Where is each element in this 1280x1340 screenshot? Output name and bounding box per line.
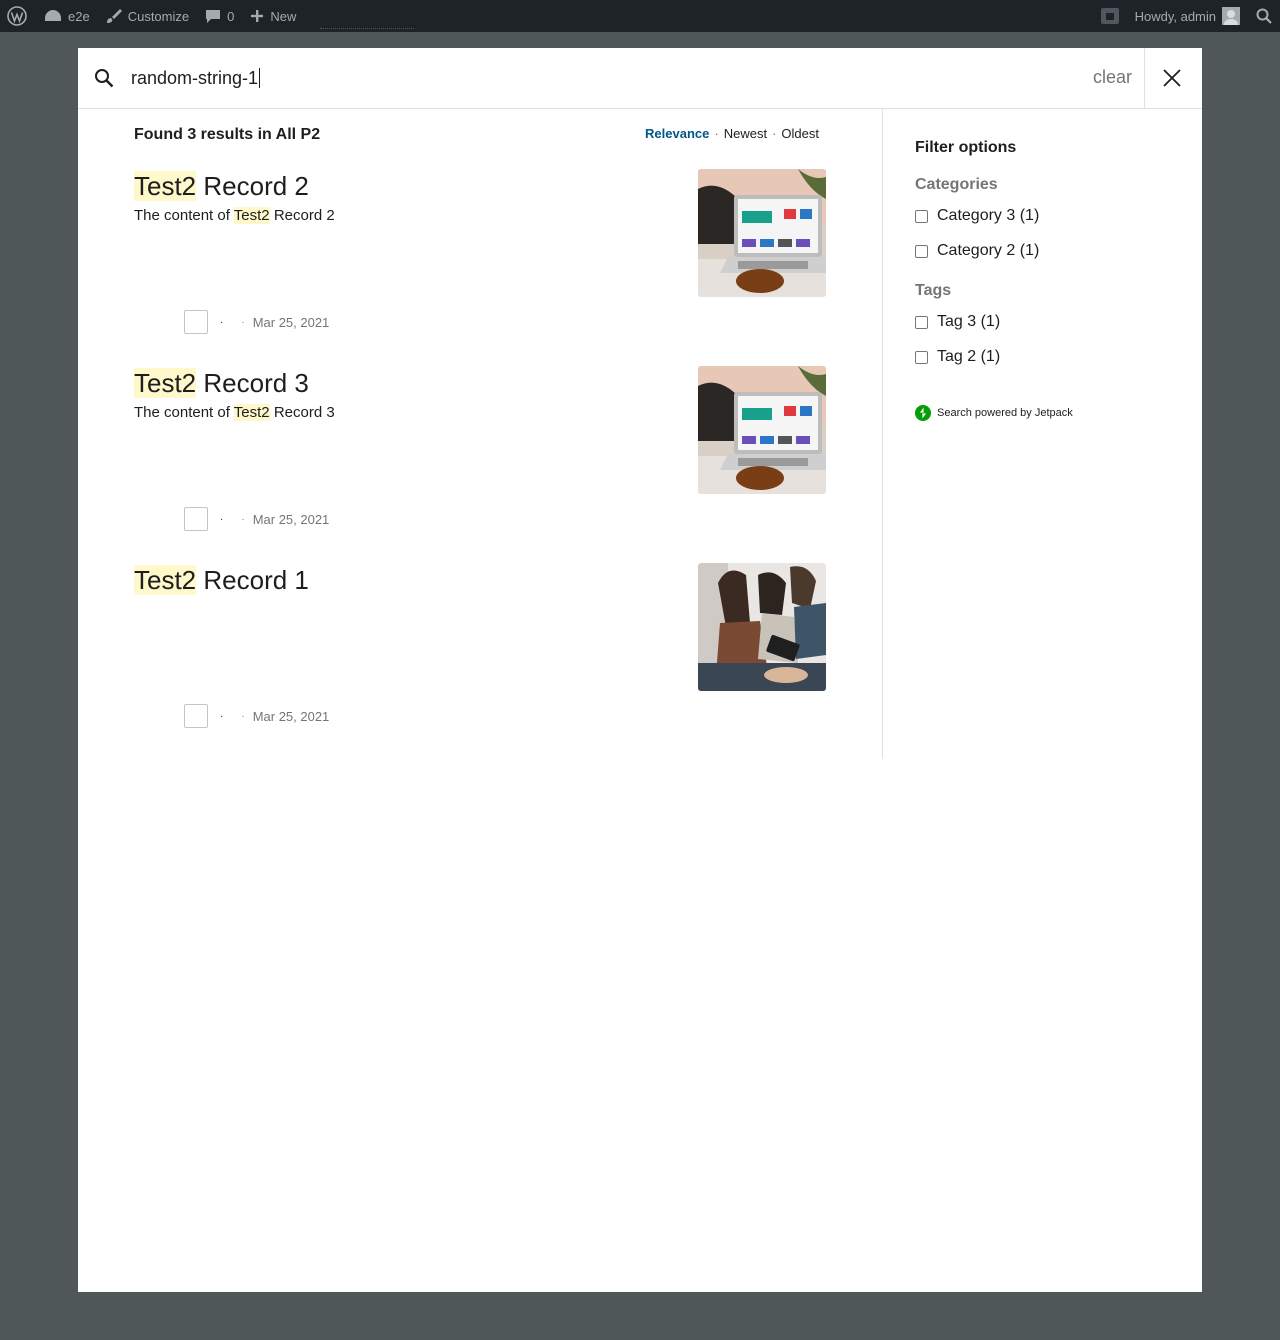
title-text: Record 3: [196, 368, 309, 398]
jetpack-logo-icon: [915, 405, 931, 421]
powered-by-label: Search powered by Jetpack: [937, 407, 1073, 419]
results-header: Found 3 results in All P2 Relevance · Ne…: [134, 126, 826, 146]
meta-separator: ·: [220, 316, 224, 328]
excerpt-text: Record 3: [269, 404, 335, 421]
filter-tag-3[interactable]: Tag 3 (1): [915, 313, 1000, 331]
filter-label: Category 3 (1): [937, 207, 1040, 224]
checkbox[interactable]: [915, 315, 928, 329]
searchbar-divider: [1144, 48, 1145, 108]
meta-separator: ·: [220, 710, 224, 722]
close-icon[interactable]: [1162, 68, 1182, 93]
author-avatar: [184, 310, 208, 334]
checkbox[interactable]: [915, 350, 928, 364]
filter-category-2[interactable]: Category 2 (1): [915, 242, 1039, 260]
result-date: Mar 25, 2021: [252, 314, 330, 330]
result-meta: · · Mar 25, 2021: [184, 704, 329, 728]
result-title-link[interactable]: Test2 Record 2: [134, 171, 309, 202]
sort-oldest[interactable]: Oldest: [781, 126, 819, 141]
sort-relevance[interactable]: Relevance: [645, 126, 709, 141]
wordpress-logo-icon[interactable]: [0, 0, 34, 32]
author-avatar: [184, 704, 208, 728]
result-thumbnail-people[interactable]: [698, 563, 826, 691]
title-text: Record 1: [196, 565, 309, 595]
sort-newest[interactable]: Newest: [724, 126, 767, 141]
powered-by-jetpack[interactable]: Search powered by Jetpack: [915, 405, 1073, 421]
title-highlight: Test2: [134, 368, 197, 398]
result-item: Test2 Record 3 The content of Test2 Reco…: [134, 366, 826, 531]
title-text: Record 2: [196, 171, 309, 201]
search-modal: clear Found 3 results in All P2 Relevanc…: [78, 48, 1202, 1292]
meta-separator: ·: [241, 710, 245, 722]
search-bar: clear: [78, 48, 1202, 109]
result-excerpt: The content of Test2 Record 2: [134, 207, 335, 224]
filter-label: Category 2 (1): [937, 242, 1040, 259]
search-icon: [94, 68, 114, 93]
meta-separator: ·: [241, 316, 245, 328]
checkbox[interactable]: [915, 244, 928, 258]
results-count: Found 3 results in All P2: [134, 126, 321, 143]
result-meta: · · Mar 25, 2021: [184, 507, 329, 531]
result-title-link[interactable]: Test2 Record 3: [134, 368, 309, 399]
admin-bar-search-icon[interactable]: [1240, 0, 1280, 32]
result-date: Mar 25, 2021: [252, 511, 330, 527]
title-highlight: Test2: [134, 171, 197, 201]
clear-button[interactable]: clear: [1093, 67, 1132, 88]
result-item: Test2 Record 1 · · Mar 25, 2021: [134, 563, 826, 728]
filter-heading: Filter options: [915, 139, 1017, 156]
new-content-menu[interactable]: New: [242, 0, 304, 32]
comments-menu[interactable]: 0: [197, 0, 242, 32]
customize-label: Customize: [127, 8, 190, 24]
comment-icon: [206, 10, 221, 23]
excerpt-text: Record 2: [269, 207, 335, 224]
site-name-menu[interactable]: e2e: [34, 0, 98, 32]
notifications-icon[interactable]: [1100, 8, 1119, 24]
result-excerpt: The content of Test2 Record 3: [134, 404, 335, 421]
results-sidebar-divider: [882, 109, 883, 759]
customize-menu[interactable]: Customize: [98, 0, 197, 32]
meta-separator: ·: [220, 513, 224, 525]
result-thumbnail-laptop[interactable]: [698, 366, 826, 494]
excerpt-highlight: Test2: [233, 207, 270, 224]
author-avatar: [184, 507, 208, 531]
result-date: Mar 25, 2021: [252, 708, 330, 724]
meta-separator: ·: [241, 513, 245, 525]
excerpt-highlight: Test2: [233, 404, 270, 421]
checkbox[interactable]: [915, 209, 928, 223]
filter-tag-2[interactable]: Tag 2 (1): [915, 348, 1000, 366]
filter-label: Tag 2 (1): [937, 348, 1001, 365]
plus-icon: [251, 10, 264, 22]
dashboard-icon: [45, 10, 61, 21]
user-avatar[interactable]: [1222, 7, 1240, 25]
sort-options: Relevance · Newest · Oldest: [645, 126, 819, 141]
search-input[interactable]: [131, 65, 1031, 91]
admin-bar-search-field[interactable]: [320, 27, 415, 29]
categories-title: Categories: [915, 176, 998, 193]
brush-icon: [106, 9, 122, 23]
result-meta: · · Mar 25, 2021: [184, 310, 329, 334]
filter-label: Tag 3 (1): [937, 313, 1001, 330]
result-title-link[interactable]: Test2 Record 1: [134, 565, 309, 596]
result-thumbnail-laptop[interactable]: [698, 169, 826, 297]
comments-count: 0: [227, 8, 235, 24]
new-label: New: [270, 8, 297, 24]
filter-category-3[interactable]: Category 3 (1): [915, 207, 1039, 225]
greeting-label[interactable]: Howdy, admin: [1135, 9, 1216, 24]
result-item: Test2 Record 2 The content of Test2 Reco…: [134, 169, 826, 334]
excerpt-text: The content of: [134, 404, 234, 421]
admin-bar: e2e Customize 0 New Howdy, admin: [0, 0, 1280, 32]
text-cursor: [259, 68, 261, 88]
site-name-label: e2e: [68, 8, 90, 24]
excerpt-text: The content of: [134, 207, 234, 224]
title-highlight: Test2: [134, 565, 197, 595]
tags-title: Tags: [915, 282, 952, 299]
